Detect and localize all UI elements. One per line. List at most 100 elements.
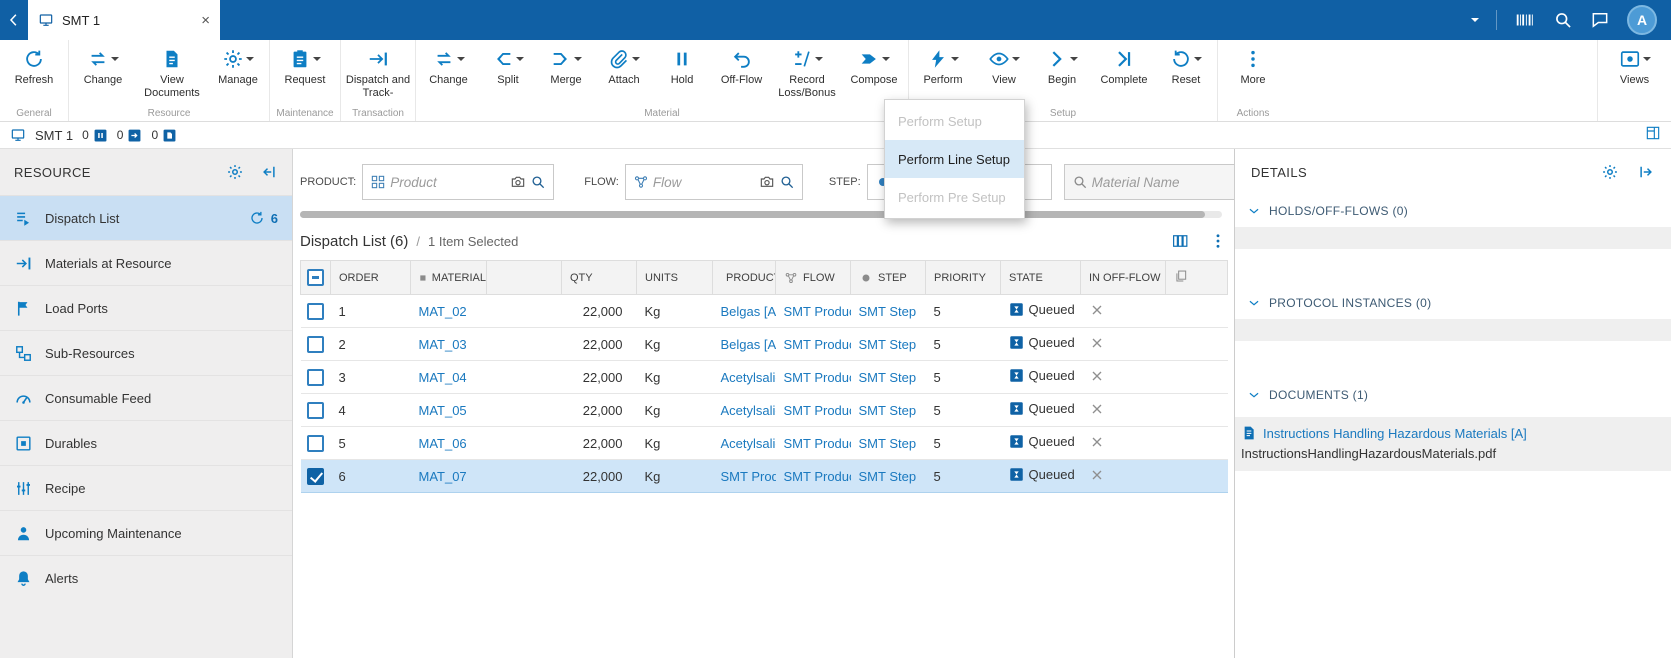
record-loss-bonus-button[interactable]: Record Loss/Bonus <box>772 47 842 99</box>
row-checkbox[interactable] <box>306 335 324 353</box>
hold-counter[interactable]: 0 <box>82 128 108 143</box>
remove-off-flow-icon[interactable] <box>1089 302 1105 318</box>
col-order[interactable]: ORDER <box>330 260 411 295</box>
step-link[interactable]: SMT Step <box>859 304 917 319</box>
flow-link[interactable]: SMT Produc <box>784 370 851 385</box>
refresh-icon[interactable] <box>249 210 265 226</box>
col-units[interactable]: UNITS <box>636 260 713 295</box>
scrollbar-thumb[interactable] <box>300 211 1205 218</box>
refresh-button[interactable]: Refresh <box>2 47 66 87</box>
product-link[interactable]: Acetylsalicyl <box>721 436 776 451</box>
sidebar-item-sub-resources[interactable]: Sub-Resources <box>0 330 292 375</box>
manage-button[interactable]: Manage <box>209 47 267 99</box>
flow-input[interactable] <box>652 174 755 190</box>
remove-off-flow-icon[interactable] <box>1089 434 1105 450</box>
avatar[interactable]: A <box>1627 5 1657 35</box>
dispatch-and-track-button[interactable]: Dispatch and Track- <box>343 47 413 99</box>
table-row[interactable]: 3 MAT_04 22,000 Kg Acetylsalicyl SMT Pro… <box>300 360 1228 394</box>
remove-off-flow-icon[interactable] <box>1089 368 1105 384</box>
table-row[interactable]: 1 MAT_02 22,000 Kg Belgas [A] SMT Produc… <box>300 294 1228 328</box>
section-documents[interactable]: DOCUMENTS (1) <box>1235 379 1671 411</box>
material-link[interactable]: MAT_02 <box>419 304 467 319</box>
section-holds-off-flows[interactable]: HOLDS/OFF-FLOWS (0) <box>1235 195 1671 227</box>
remove-off-flow-icon[interactable] <box>1089 467 1105 483</box>
request-button[interactable]: Request <box>272 47 338 87</box>
col-step[interactable]: STEP <box>850 260 926 295</box>
col-pages[interactable] <box>1165 260 1228 295</box>
expand-panel-icon[interactable] <box>1637 163 1655 181</box>
flow-link[interactable]: SMT Produc <box>784 337 851 352</box>
more-options-icon[interactable] <box>1209 232 1227 250</box>
col-priority[interactable]: PRIORITY <box>925 260 1001 295</box>
table-row[interactable]: 2 MAT_03 22,000 Kg Belgas [A] SMT Produc… <box>300 327 1228 361</box>
material-link[interactable]: MAT_07 <box>419 469 467 484</box>
flow-link[interactable]: SMT Produc <box>784 403 851 418</box>
sidebar-item-materials-at-resource[interactable]: Materials at Resource <box>0 240 292 285</box>
tab-smt1[interactable]: SMT 1 × <box>28 0 220 40</box>
flow-link[interactable]: SMT Produc <box>784 436 851 451</box>
compose-button[interactable]: Compose <box>842 47 906 99</box>
product-link[interactable]: Belgas [A] <box>721 337 776 352</box>
row-checkbox[interactable] <box>306 434 324 452</box>
chat-icon[interactable] <box>1590 10 1610 30</box>
product-link[interactable]: Belgas [A] <box>721 304 776 319</box>
remove-off-flow-icon[interactable] <box>1089 401 1105 417</box>
step-link[interactable]: SMT Step <box>859 469 917 484</box>
product-link[interactable]: Acetylsalicyl <box>721 370 776 385</box>
table-row[interactable]: 5 MAT_06 22,000 Kg Acetylsalicyl SMT Pro… <box>300 426 1228 460</box>
col-product[interactable]: PRODUCT <box>712 260 776 295</box>
more-button[interactable]: More <box>1220 47 1286 87</box>
columns-icon[interactable] <box>1171 232 1189 250</box>
step-link[interactable]: SMT Step <box>859 370 917 385</box>
step-link[interactable]: SMT Step <box>859 337 917 352</box>
sidebar-item-upcoming-maintenance[interactable]: Upcoming Maintenance <box>0 510 292 555</box>
document-counter[interactable]: 0 <box>151 128 177 143</box>
step-link[interactable]: SMT Step <box>859 436 917 451</box>
begin-button[interactable]: Begin <box>1033 47 1091 87</box>
flow-link[interactable]: SMT Produc <box>784 304 851 319</box>
product-input[interactable] <box>390 174 507 190</box>
complete-button[interactable]: Complete <box>1091 47 1157 87</box>
search-icon[interactable] <box>1553 10 1573 30</box>
sidebar-item-durables[interactable]: Durables <box>0 420 292 465</box>
change-material-button[interactable]: Change <box>418 47 479 99</box>
material-link[interactable]: MAT_04 <box>419 370 467 385</box>
product-link[interactable]: SMT Prod-0 <box>721 469 776 484</box>
off-flow-button[interactable]: Off-Flow <box>711 47 772 99</box>
gear-icon[interactable] <box>1601 163 1619 181</box>
material-link[interactable]: MAT_03 <box>419 337 467 352</box>
change-resource-button[interactable]: Change <box>71 47 135 99</box>
split-button[interactable]: Split <box>479 47 537 99</box>
material-name-input[interactable] <box>1091 174 1234 190</box>
merge-button[interactable]: Merge <box>537 47 595 99</box>
document-link[interactable]: Instructions Handling Hazardous Material… <box>1263 426 1527 441</box>
offflow-counter[interactable]: 0 <box>117 128 143 143</box>
flow-link[interactable]: SMT Produc <box>784 469 851 484</box>
select-all-checkbox[interactable] <box>307 269 324 286</box>
table-row-selected[interactable]: 6 MAT_07 22,000 Kg SMT Prod-0 SMT Produc… <box>300 459 1228 493</box>
col-qty[interactable]: QTY <box>561 260 637 295</box>
remove-off-flow-icon[interactable] <box>1089 335 1105 351</box>
material-link[interactable]: MAT_06 <box>419 436 467 451</box>
close-tab-icon[interactable]: × <box>201 12 210 29</box>
sidebar-item-recipe[interactable]: Recipe <box>0 465 292 510</box>
search-icon[interactable] <box>530 174 546 190</box>
sidebar-item-consumable-feed[interactable]: Consumable Feed <box>0 375 292 420</box>
row-checkbox[interactable] <box>306 302 324 320</box>
view-documents-button[interactable]: View Documents <box>135 47 209 99</box>
sidebar-item-alerts[interactable]: Alerts <box>0 555 292 600</box>
menu-item-perform-line-setup[interactable]: Perform Line Setup <box>885 140 1024 178</box>
table-row[interactable]: 4 MAT_05 22,000 Kg Acetylsalicyl SMT Pro… <box>300 393 1228 427</box>
chevron-down-icon[interactable] <box>1471 18 1479 22</box>
hold-button[interactable]: Hold <box>653 47 711 99</box>
collapse-panel-icon[interactable] <box>260 163 278 181</box>
section-protocol-instances[interactable]: PROTOCOL INSTANCES (0) <box>1235 287 1671 319</box>
col-state[interactable]: STATE <box>1000 260 1081 295</box>
step-link[interactable]: SMT Step <box>859 403 917 418</box>
col-material[interactable]: MATERIAL <box>410 260 487 295</box>
views-button[interactable]: Views <box>1600 47 1669 87</box>
sidebar-item-dispatch-list[interactable]: Dispatch List 6 <box>0 195 292 240</box>
gear-icon[interactable] <box>226 163 244 181</box>
row-checkbox[interactable] <box>306 401 324 419</box>
row-checkbox[interactable] <box>306 368 324 386</box>
